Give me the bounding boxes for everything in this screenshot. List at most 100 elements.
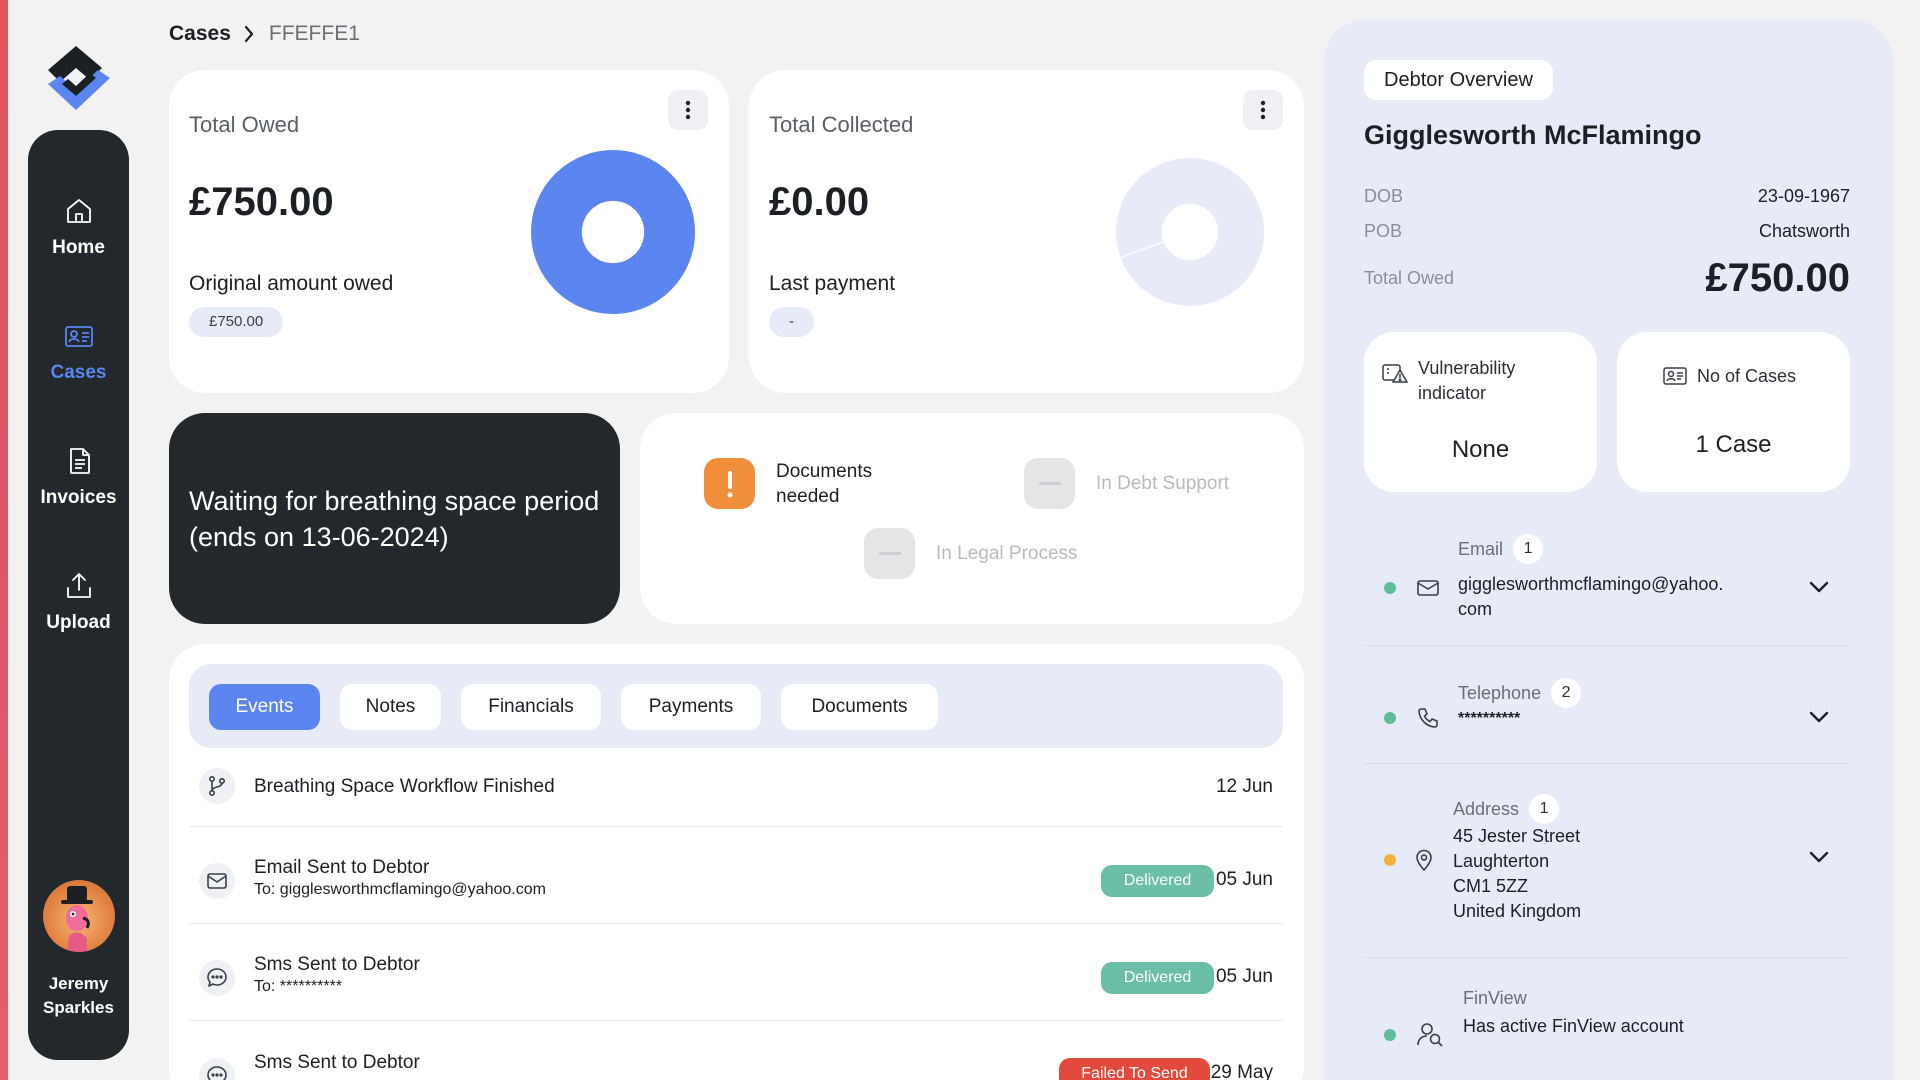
address-label-row: Address 1: [1453, 794, 1560, 824]
nav-label-cases: Cases: [50, 362, 107, 383]
id-card-icon: [1663, 367, 1687, 385]
debtor-name: Gigglesworth McFlamingo: [1364, 120, 1702, 150]
email-count: 1: [1513, 534, 1544, 564]
case-activity-card: Events Notes Financials Payments Documen…: [169, 644, 1304, 1080]
address-value: 45 Jester Street Laughterton CM1 5ZZ Uni…: [1453, 824, 1581, 924]
status-badge: Delivered: [1101, 962, 1214, 994]
nav-item-home[interactable]: Home: [28, 195, 129, 259]
last-payment-pill: -: [769, 307, 814, 337]
flag-label: Documents needed: [776, 459, 872, 509]
address-line2: Laughterton: [1453, 851, 1550, 871]
flag-in-legal-process: In Legal Process: [864, 528, 1078, 579]
nav-item-cases[interactable]: Cases: [28, 320, 129, 384]
debtor-overview-tag: Debtor Overview: [1364, 60, 1553, 100]
status-dot: [1384, 712, 1396, 724]
event-title: Breathing Space Workflow Finished: [254, 776, 555, 797]
telephone-count: 2: [1551, 678, 1582, 708]
window-edge: [0, 0, 8, 1080]
tab-documents[interactable]: Documents: [781, 684, 938, 730]
contact-address[interactable]: Address 1 45 Jester Street Laughterton C…: [1364, 790, 1850, 950]
status-dot: [1384, 582, 1396, 594]
chevron-down-icon[interactable]: [1808, 580, 1830, 594]
breadcrumb-cases-link[interactable]: Cases: [169, 22, 231, 46]
section-divider: [1364, 763, 1850, 764]
event-row[interactable]: Sms Sent to Debtor To: ********** Delive…: [189, 954, 1283, 1034]
address-line1: 45 Jester Street: [1453, 826, 1581, 846]
cases-count-label: No of Cases: [1697, 366, 1797, 386]
telephone-label: Telephone: [1458, 682, 1542, 703]
original-amount-label: Original amount owed: [189, 272, 394, 295]
contact-finview[interactable]: FinView Has active FinView account: [1364, 980, 1850, 1060]
event-date: 05 Jun: [1215, 966, 1273, 987]
chevron-down-icon[interactable]: [1808, 850, 1830, 864]
branch-icon: [199, 768, 235, 804]
collected-donut-chart: [1116, 158, 1264, 306]
event-date: 05 Jun: [1215, 869, 1273, 890]
nav-label-upload: Upload: [46, 612, 111, 633]
card-title: Total Owed: [189, 112, 300, 137]
user-avatar[interactable]: [43, 880, 115, 952]
user-last-name: Sparkles: [43, 998, 114, 1017]
last-payment-label: Last payment: [769, 272, 896, 295]
email-value-line1: gigglesworthmcflamingo@yahoo.: [1458, 574, 1724, 594]
flag-documents-needed: Documents needed: [704, 458, 872, 509]
user-first-name: Jeremy: [48, 974, 109, 993]
total-owed-label: Total Owed: [1364, 268, 1455, 288]
total-owed-value: £750.00: [1705, 256, 1850, 300]
total-collected-amount: £0.00: [769, 180, 870, 224]
event-row[interactable]: Sms Sent to Debtor Failed To Send 29 May: [189, 1052, 1283, 1080]
row-divider: [189, 923, 1283, 924]
original-amount-pill: £750.00: [189, 307, 284, 337]
email-label: Email: [1458, 538, 1504, 559]
dash-icon: [864, 528, 915, 579]
more-options-button[interactable]: [1243, 90, 1283, 130]
vulnerability-header: Vulnerability indicator: [1382, 356, 1515, 406]
section-divider: [1364, 645, 1850, 646]
vulnerability-label-1: Vulnerability: [1418, 358, 1516, 378]
dob-row: DOB 23-09-1967: [1364, 186, 1850, 207]
status-dot: [1384, 1029, 1396, 1041]
flamingo-avatar-icon: [61, 886, 93, 952]
email-value: gigglesworthmcflamingo@yahoo. com: [1458, 572, 1723, 622]
event-title: Email Sent to Debtor: [254, 857, 430, 878]
nav-label-invoices: Invoices: [40, 487, 117, 508]
address-label: Address: [1453, 798, 1520, 819]
address-count: 1: [1529, 794, 1560, 824]
contact-telephone[interactable]: Telephone 2 **********: [1364, 670, 1850, 750]
row-divider: [189, 826, 1283, 827]
chevron-down-icon[interactable]: [1808, 710, 1830, 724]
home-icon: [66, 199, 91, 223]
tab-payments[interactable]: Payments: [621, 684, 761, 730]
total-owed-row: Total Owed £750.00: [1364, 256, 1850, 301]
user-name: Jeremy Sparkles: [28, 972, 129, 1020]
owed-donut-chart: [531, 150, 695, 314]
event-row[interactable]: Email Sent to Debtor To: gigglesworthmcf…: [189, 857, 1283, 937]
status-badge: Delivered: [1101, 865, 1214, 897]
finview-value: Has active FinView account: [1463, 1016, 1684, 1036]
event-row[interactable]: Breathing Space Workflow Finished 12 Jun: [189, 764, 1283, 839]
status-dot: [1384, 854, 1396, 866]
upload-icon: [66, 573, 91, 598]
nav-item-upload[interactable]: Upload: [28, 570, 129, 634]
tab-financials[interactable]: Financials: [461, 684, 601, 730]
event-title: Sms Sent to Debtor: [254, 954, 420, 975]
telephone-value: **********: [1458, 710, 1521, 727]
mail-icon: [199, 863, 235, 899]
donut-hole: [1161, 203, 1219, 261]
email-label-row: Email 1: [1458, 534, 1544, 564]
flag-label: In Legal Process: [936, 543, 1078, 564]
dash-icon: [1024, 458, 1075, 509]
sidebar-nav: Home Cases Invoices Upload Jeremy Sparkl…: [28, 130, 129, 1060]
user-search-icon: [1417, 1023, 1443, 1047]
nav-item-invoices[interactable]: Invoices: [28, 445, 129, 509]
nav-label-home: Home: [52, 237, 105, 258]
flag-label: In Debt Support: [1096, 473, 1230, 494]
tab-events[interactable]: Events: [209, 684, 320, 730]
contact-email[interactable]: Email 1 gigglesworthmcflamingo@yahoo. co…: [1364, 530, 1850, 640]
app-logo: [48, 46, 110, 110]
case-status-banner: Waiting for breathing space period (ends…: [169, 413, 620, 624]
tab-notes[interactable]: Notes: [340, 684, 441, 730]
more-options-button[interactable]: [668, 90, 708, 130]
total-owed-card: Total Owed £750.00 Original amount owed …: [169, 70, 729, 393]
donut-arc: [531, 150, 695, 314]
